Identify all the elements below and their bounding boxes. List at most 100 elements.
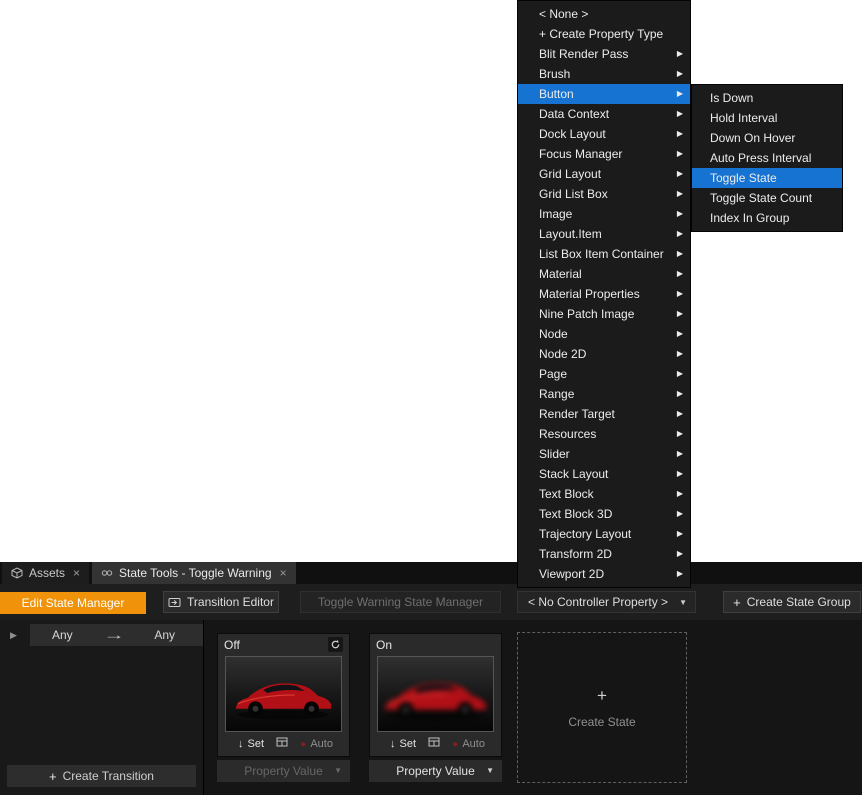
panel-tab-bar: Assets × State Tools - Toggle Warning ×: [0, 562, 862, 584]
menu-item-none[interactable]: < None >: [518, 4, 690, 24]
submenu-item-toggle-state[interactable]: Toggle State: [692, 168, 842, 188]
submenu-item-down-on-hover[interactable]: Down On Hover: [692, 128, 842, 148]
state-manager-name: Toggle Warning State Manager: [300, 591, 501, 613]
set-label: Set: [248, 738, 265, 750]
menu-item-node-2d[interactable]: Node 2D▶: [518, 344, 690, 364]
create-state-label: Create State: [568, 715, 635, 729]
menu-item-resources[interactable]: Resources▶: [518, 424, 690, 444]
submenu-arrow-icon: ▶: [677, 84, 683, 104]
menu-item-viewport-2d[interactable]: Viewport 2D▶: [518, 564, 690, 584]
plus-icon: +: [597, 686, 607, 706]
transition-from: Any: [52, 628, 73, 642]
submenu-arrow-icon: ▶: [677, 124, 683, 144]
property-value-dropdown-on[interactable]: Property Value ▼: [369, 760, 502, 782]
submenu-item-hold-interval[interactable]: Hold Interval: [692, 108, 842, 128]
menu-item-material[interactable]: Material▶: [518, 264, 690, 284]
menu-item-transform-2d[interactable]: Transform 2D▶: [518, 544, 690, 564]
submenu-arrow-icon: ▶: [677, 364, 683, 384]
menu-item-brush[interactable]: Brush▶: [518, 64, 690, 84]
create-transition-label: Create Transition: [63, 769, 154, 783]
menu-item-layout-item[interactable]: Layout.Item▶: [518, 224, 690, 244]
state-card-controls: ↓ Set ● Auto: [370, 735, 501, 753]
plus-icon: +: [733, 595, 741, 610]
menu-item-button[interactable]: Button▶: [518, 84, 690, 104]
set-button[interactable]: ↓ Set: [238, 738, 264, 750]
transition-arrow-icon: →: [103, 628, 125, 642]
tab-close-icon[interactable]: ×: [73, 566, 80, 580]
plus-icon: +: [49, 769, 57, 784]
menu-item-render-target[interactable]: Render Target▶: [518, 404, 690, 424]
menu-item-grid-layout[interactable]: Grid Layout▶: [518, 164, 690, 184]
state-card-on[interactable]: On ↓ Set: [369, 633, 502, 757]
menu-item-material-properties[interactable]: Material Properties▶: [518, 284, 690, 304]
submenu-arrow-icon: ▶: [677, 244, 683, 264]
auto-toggle[interactable]: ● Auto: [452, 738, 485, 750]
expander-arrow-icon[interactable]: ▶: [10, 630, 17, 641]
menu-item-node[interactable]: Node▶: [518, 324, 690, 344]
submenu-arrow-icon: ▶: [677, 424, 683, 444]
tab-close-icon[interactable]: ×: [280, 566, 287, 580]
state-card-controls: ↓ Set ● Auto: [218, 735, 349, 753]
menu-item-range[interactable]: Range▶: [518, 384, 690, 404]
menu-item-image[interactable]: Image▶: [518, 204, 690, 224]
app-root: Assets × State Tools - Toggle Warning × …: [0, 0, 862, 795]
menu-item-nine-patch-image[interactable]: Nine Patch Image▶: [518, 304, 690, 324]
chevron-down-icon: ▼: [486, 760, 494, 782]
submenu-arrow-icon: ▶: [677, 264, 683, 284]
state-card-header: On: [370, 634, 501, 655]
transition-row-any-any[interactable]: Any → Any: [30, 624, 203, 646]
create-state-group-button[interactable]: + Create State Group: [723, 591, 861, 613]
menu-item-trajectory-layout[interactable]: Trajectory Layout▶: [518, 524, 690, 544]
menu-item-list-box-item-container[interactable]: List Box Item Container▶: [518, 244, 690, 264]
submenu-item-toggle-state-count[interactable]: Toggle State Count: [692, 188, 842, 208]
menu-item-grid-list-box[interactable]: Grid List Box▶: [518, 184, 690, 204]
menu-item-dock-layout[interactable]: Dock Layout▶: [518, 124, 690, 144]
state-tools-panel: Assets × State Tools - Toggle Warning × …: [0, 562, 862, 795]
record-dot-icon: ●: [300, 739, 306, 750]
set-button[interactable]: ↓ Set: [390, 738, 416, 750]
menu-item-text-block[interactable]: Text Block▶: [518, 484, 690, 504]
submenu-arrow-icon: ▶: [677, 164, 683, 184]
default-state-loop-icon: [328, 637, 343, 652]
submenu-item-is-down[interactable]: Is Down: [692, 88, 842, 108]
tab-state-tools[interactable]: State Tools - Toggle Warning ×: [92, 562, 296, 584]
menu-item-create-property-type[interactable]: + Create Property Type: [518, 24, 690, 44]
create-state-button[interactable]: + Create State: [517, 632, 687, 783]
submenu-arrow-icon: ▶: [677, 204, 683, 224]
auto-toggle[interactable]: ● Auto: [300, 738, 333, 750]
menu-item-blit-render-pass[interactable]: Blit Render Pass▶: [518, 44, 690, 64]
submenu-arrow-icon: ▶: [677, 504, 683, 524]
property-table-icon[interactable]: [428, 735, 440, 753]
tab-label: Assets: [29, 566, 65, 580]
transition-editor-button[interactable]: Transition Editor: [163, 591, 279, 613]
property-type-menu: < None > + Create Property Type Blit Ren…: [517, 0, 691, 588]
submenu-arrow-icon: ▶: [677, 304, 683, 324]
menu-item-stack-layout[interactable]: Stack Layout▶: [518, 464, 690, 484]
controller-property-value: < No Controller Property >: [528, 595, 668, 609]
menu-item-focus-manager[interactable]: Focus Manager▶: [518, 144, 690, 164]
edit-state-manager-button[interactable]: Edit State Manager: [0, 592, 146, 614]
create-transition-button[interactable]: + Create Transition: [7, 765, 196, 787]
submenu-arrow-icon: ▶: [677, 224, 683, 244]
menu-item-page[interactable]: Page▶: [518, 364, 690, 384]
state-preview-on: [377, 656, 494, 732]
submenu-arrow-icon: ▶: [677, 384, 683, 404]
menu-item-text-block-3d[interactable]: Text Block 3D▶: [518, 504, 690, 524]
menu-item-slider[interactable]: Slider▶: [518, 444, 690, 464]
state-card-off[interactable]: Off ↓: [217, 633, 350, 757]
state-tools-toolbar: Edit State Manager Transition Editor Tog…: [0, 584, 862, 620]
record-dot-icon: ●: [452, 739, 458, 750]
button-property-submenu: Is Down Hold Interval Down On Hover Auto…: [691, 84, 843, 232]
state-name: On: [376, 638, 392, 652]
submenu-item-auto-press-interval[interactable]: Auto Press Interval: [692, 148, 842, 168]
submenu-arrow-icon: ▶: [677, 44, 683, 64]
submenu-item-index-in-group[interactable]: Index In Group: [692, 208, 842, 228]
tab-assets[interactable]: Assets ×: [2, 562, 89, 584]
menu-item-data-context[interactable]: Data Context▶: [518, 104, 690, 124]
property-table-icon[interactable]: [276, 735, 288, 753]
state-card-header: Off: [218, 634, 349, 655]
property-value-dropdown-off[interactable]: Property Value ▼: [217, 760, 350, 782]
submenu-arrow-icon: ▶: [677, 284, 683, 304]
controller-property-dropdown[interactable]: < No Controller Property > ▼: [517, 591, 696, 613]
transitions-panel: ▶ Any → Any + Create Transition: [0, 620, 204, 795]
